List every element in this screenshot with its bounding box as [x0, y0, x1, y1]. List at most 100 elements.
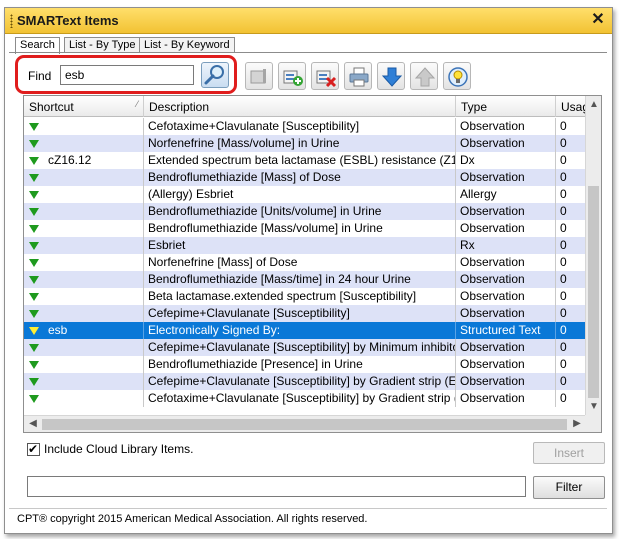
cell-shortcut	[24, 237, 144, 254]
table-row[interactable]: cZ16.12 Extended spectrum beta lactamase …	[24, 152, 586, 169]
cloud-library-option[interactable]: ✔ Include Cloud Library Items.	[27, 442, 193, 456]
vertical-scroll-thumb[interactable]	[588, 186, 599, 398]
cell-type: Rx	[456, 237, 556, 254]
expand-arrow-icon[interactable]	[29, 123, 39, 131]
expand-arrow-icon[interactable]	[29, 191, 39, 199]
cell-description: Esbriet	[144, 237, 456, 254]
horizontal-scrollbar[interactable]: ◀ ▶	[24, 415, 586, 432]
scroll-left-icon[interactable]: ◀	[26, 418, 40, 430]
tip-button[interactable]	[443, 62, 471, 90]
cell-description: Beta lactamase.extended spectrum [Suscep…	[144, 288, 456, 305]
expand-arrow-icon[interactable]	[29, 361, 39, 369]
expand-arrow-icon[interactable]	[29, 208, 39, 216]
cell-type: Observation	[456, 135, 556, 152]
expand-arrow-icon[interactable]	[29, 242, 39, 250]
table-row[interactable]: Bendroflumethiazide [Units/volume] in Ur…	[24, 203, 586, 220]
cell-description: Cefepime+Clavulanate [Susceptibility] by…	[144, 373, 456, 390]
column-header-description[interactable]: Description	[144, 96, 456, 117]
move-down-button[interactable]	[377, 62, 405, 90]
find-input[interactable]	[60, 65, 194, 85]
expand-arrow-icon[interactable]	[29, 344, 39, 352]
edit-button[interactable]	[245, 62, 273, 90]
table-row[interactable]: Cefotaxime+Clavulanate [Susceptibility] …	[24, 390, 586, 407]
arrow-up-icon	[414, 67, 436, 87]
cell-usage: 0	[556, 390, 586, 407]
column-header-usage[interactable]: Usag	[556, 96, 586, 117]
expand-arrow-icon[interactable]	[29, 225, 39, 233]
cell-usage: 0	[556, 288, 586, 305]
cell-shortcut	[24, 169, 144, 186]
table-row[interactable]: Bendroflumethiazide [Mass/volume] in Uri…	[24, 220, 586, 237]
cell-description: Bendroflumethiazide [Presence] in Urine	[144, 356, 456, 373]
cell-type: Observation	[456, 288, 556, 305]
expand-arrow-icon[interactable]	[29, 378, 39, 386]
horizontal-scroll-thumb[interactable]	[42, 419, 567, 430]
find-highlight: Find	[15, 55, 237, 94]
cell-shortcut	[24, 118, 144, 135]
table-row[interactable]: Cefepime+Clavulanate [Susceptibility] by…	[24, 373, 586, 390]
print-button[interactable]	[344, 62, 372, 90]
search-button[interactable]	[201, 62, 229, 88]
table-row[interactable]: Cefepime+Clavulanate [Susceptibility] Obs…	[24, 305, 586, 322]
cell-shortcut	[24, 203, 144, 220]
grip-icon[interactable]	[10, 14, 13, 28]
cell-type: Observation	[456, 356, 556, 373]
table-row[interactable]: Beta lactamase.extended spectrum [Suscep…	[24, 288, 586, 305]
scroll-down-icon[interactable]: ▼	[587, 401, 601, 413]
cell-description: Electronically Signed By:	[144, 322, 456, 339]
results-grid[interactable]: Shortcut ⁄ Description Type Usag Cefotax…	[23, 95, 602, 433]
column-header-shortcut-label: Shortcut	[29, 100, 74, 114]
expand-arrow-icon[interactable]	[29, 157, 39, 165]
add-button[interactable]	[278, 62, 306, 90]
table-row[interactable]: Norfenefrine [Mass/volume] in Urine Obser…	[24, 135, 586, 152]
cell-usage: 0	[556, 356, 586, 373]
filter-button[interactable]: Filter	[533, 476, 605, 499]
table-row[interactable]: Norfenefrine [Mass] of Dose Observation 0	[24, 254, 586, 271]
cell-shortcut-text: cZ16.12	[48, 153, 92, 167]
table-row[interactable]: Cefotaxime+Clavulanate [Susceptibility] O…	[24, 118, 586, 135]
table-row[interactable]: Esbriet Rx 0	[24, 237, 586, 254]
tab-list-by-type[interactable]: List - By Type	[64, 37, 141, 53]
sort-icon: ⁄	[136, 99, 138, 109]
scroll-up-icon[interactable]: ▲	[587, 99, 601, 111]
arrow-down-icon	[381, 67, 403, 87]
copyright-notice: CPT® copyright 2015 American Medical Ass…	[17, 513, 368, 525]
cell-usage: 0	[556, 373, 586, 390]
table-row[interactable]: Cefepime+Clavulanate [Susceptibility] by…	[24, 339, 586, 356]
column-header-type[interactable]: Type	[456, 96, 556, 117]
cell-usage: 0	[556, 254, 586, 271]
table-row[interactable]: Bendroflumethiazide [Mass] of Dose Observ…	[24, 169, 586, 186]
cloud-library-checkbox[interactable]: ✔	[27, 442, 40, 456]
table-row[interactable]: Bendroflumethiazide [Mass/time] in 24 ho…	[24, 271, 586, 288]
expand-arrow-icon[interactable]	[29, 174, 39, 182]
delete-button[interactable]	[311, 62, 339, 90]
table-row[interactable]: Bendroflumethiazide [Presence] in Urine O…	[24, 356, 586, 373]
move-up-button[interactable]	[410, 62, 438, 90]
cell-usage: 0	[556, 220, 586, 237]
magnifier-icon	[204, 65, 224, 85]
expand-arrow-icon[interactable]	[29, 140, 39, 148]
filter-input[interactable]	[27, 476, 526, 497]
cell-usage: 0	[556, 152, 586, 169]
cell-usage: 0	[556, 271, 586, 288]
window-title: SMARText Items	[17, 13, 119, 28]
add-icon	[283, 70, 303, 86]
insert-button[interactable]: Insert	[533, 442, 605, 464]
tab-list-by-keyword[interactable]: List - By Keyword	[139, 37, 235, 53]
scroll-right-icon[interactable]: ▶	[570, 418, 584, 430]
title-bar[interactable]: SMARText Items ✕	[5, 8, 612, 34]
expand-arrow-icon[interactable]	[29, 310, 39, 318]
expand-arrow-icon[interactable]	[29, 293, 39, 301]
table-row[interactable]: (Allergy) Esbriet Allergy 0	[24, 186, 586, 203]
table-row-selected[interactable]: esb Electronically Signed By: Structured T…	[24, 322, 586, 339]
close-icon[interactable]: ✕	[590, 11, 606, 29]
expand-arrow-icon[interactable]	[29, 259, 39, 267]
cell-shortcut	[24, 220, 144, 237]
expand-arrow-icon[interactable]	[29, 395, 39, 403]
cell-type: Observation	[456, 220, 556, 237]
cell-description: Cefotaxime+Clavulanate [Susceptibility] …	[144, 390, 456, 407]
expand-arrow-icon[interactable]	[29, 276, 39, 284]
expand-arrow-icon[interactable]	[29, 327, 39, 335]
vertical-scrollbar[interactable]: ▲ ▼	[585, 96, 601, 416]
column-header-shortcut[interactable]: Shortcut ⁄	[24, 96, 144, 117]
